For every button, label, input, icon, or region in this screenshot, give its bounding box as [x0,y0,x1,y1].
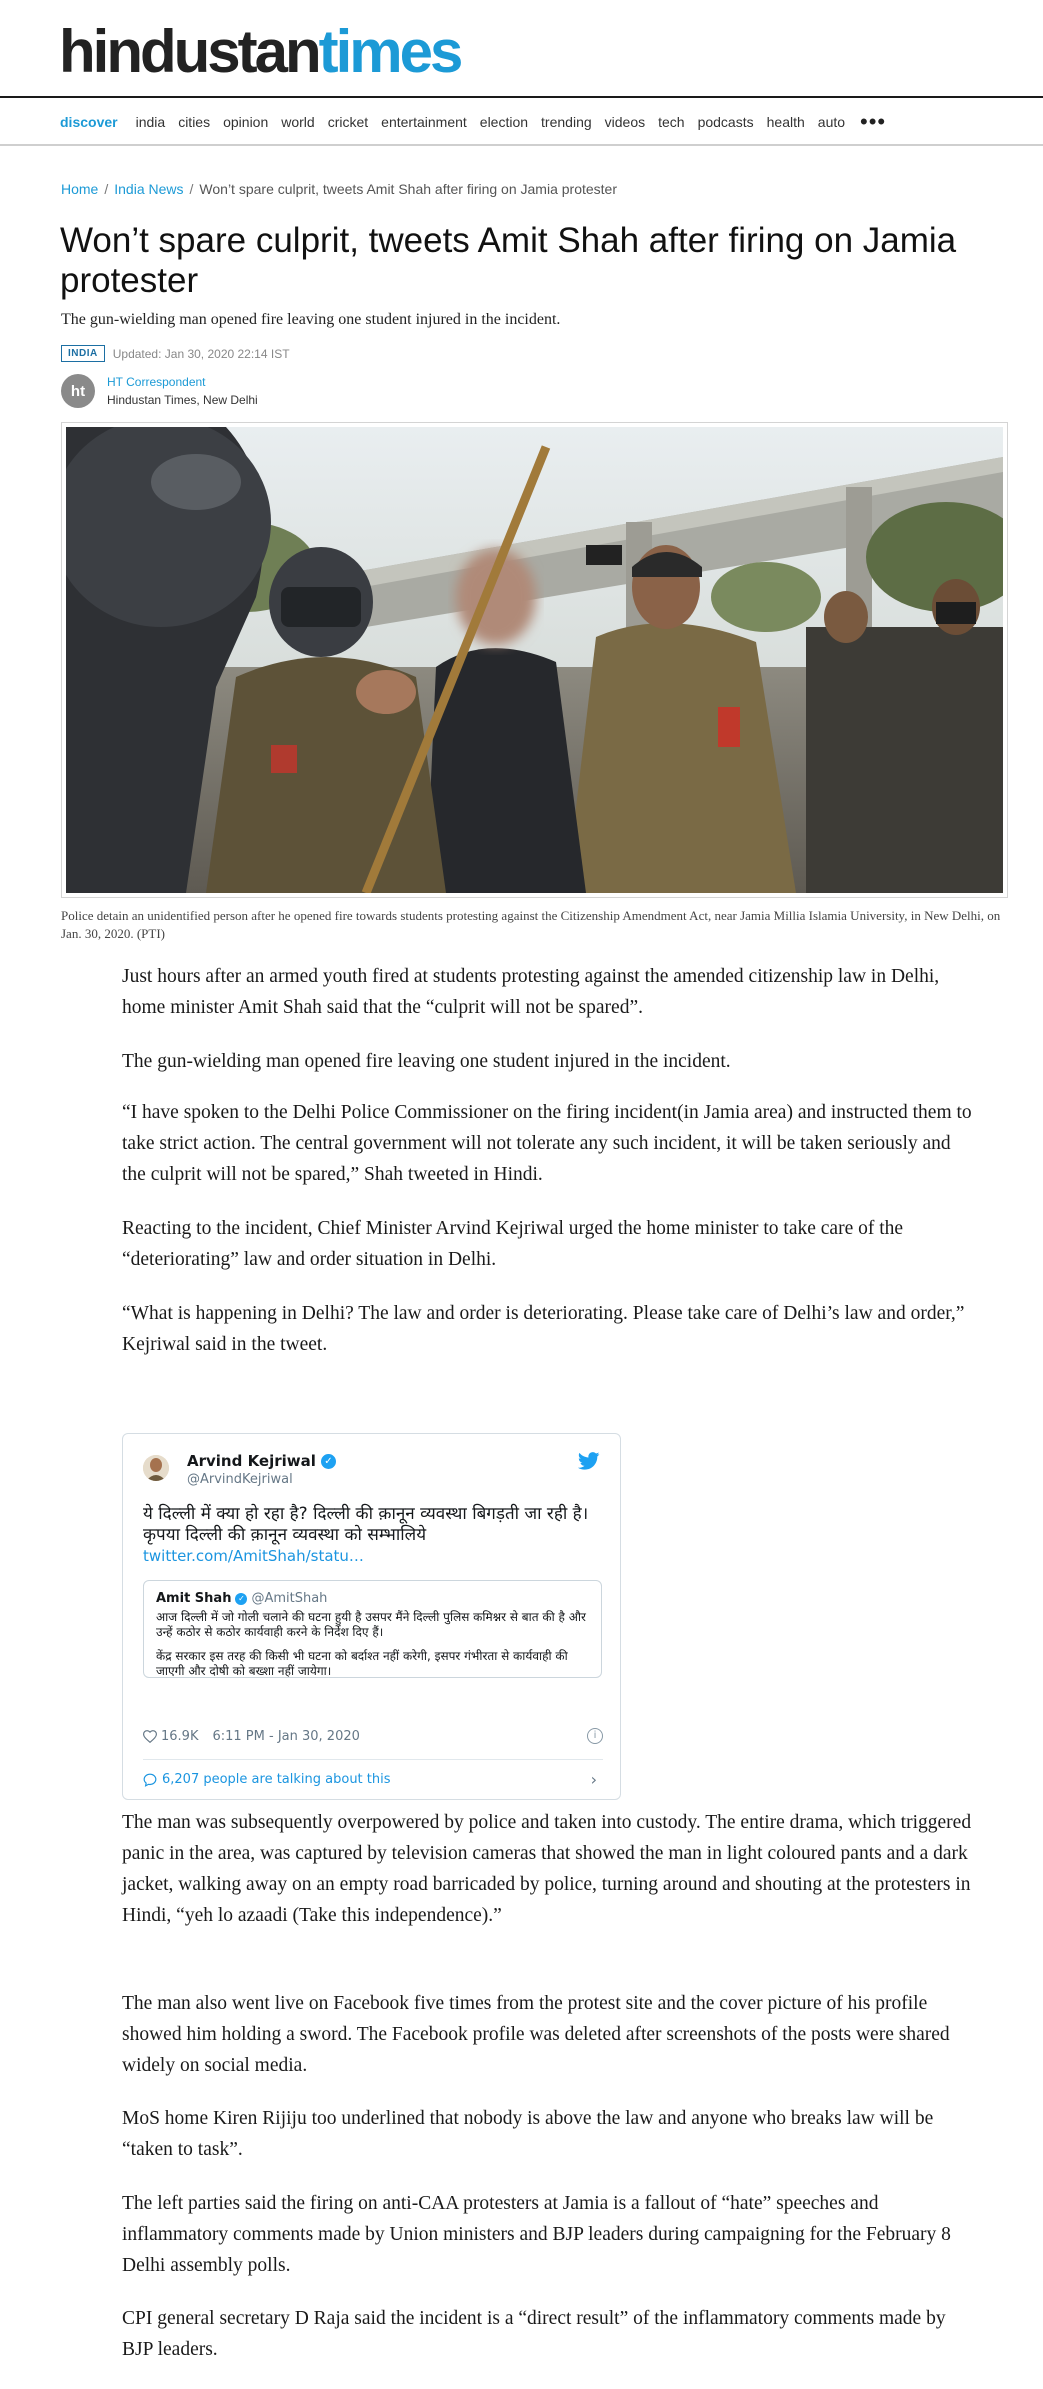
tweet-author-name: Arvind Kejriwal [187,1452,316,1470]
verified-icon: ✓ [235,1592,248,1605]
tweet-text-line: कृपया दिल्ली की क़ानून व्यवस्था को सम्भा… [143,1525,427,1545]
like-count: 16.9K [161,1729,199,1744]
nav-item-entertainment[interactable]: entertainment [381,114,467,130]
photo-illustration [66,427,1003,893]
tweet-text-line: ये दिल्ली में क्या हो रहा है? दिल्ली की … [143,1504,589,1524]
quoted-tweet-text: केंद्र सरकार इस तरह की किसी भी घटना को ब… [156,1649,568,1678]
like-button[interactable]: 16.9K [143,1729,198,1744]
quoted-tweet[interactable]: Amit Shah ✓ @AmitShah आज दिल्ली में जो गोल… [143,1580,602,1678]
nav-item-cricket[interactable]: cricket [328,114,368,130]
article-paragraph: Just hours after an armed youth fired at… [122,966,940,1018]
breadcrumb-india-news[interactable]: India News [114,181,183,197]
tweet-timestamp[interactable]: 6:11 PM - Jan 30, 2020 [212,1729,359,1744]
tweet-avatar[interactable] [143,1455,169,1481]
quoted-author-handle: @AmitShah [251,1591,328,1606]
article-paragraph: The left parties said the firing on anti… [122,2193,951,2276]
article-paragraph: The man was subsequently overpowered by … [122,1812,972,1926]
site-logo[interactable]: hindustantimes [59,22,463,82]
logo-times: times [318,18,464,85]
breadcrumb-current: Won’t spare culprit, tweets Amit Shah af… [199,181,617,197]
breadcrumb-separator: / [189,181,194,197]
tweet-meta: 16.9K 6:11 PM - Jan 30, 2020 i [143,1728,603,1744]
nav-discover[interactable]: discover [60,114,118,130]
nav-item-india[interactable]: india [136,114,166,130]
updated-timestamp: Updated: Jan 30, 2020 22:14 IST [112,346,290,361]
author-block: ht HT Correspondent Hindustan Times, New… [61,374,258,408]
article-paragraph: “I have spoken to the Delhi Police Commi… [122,1102,972,1185]
quoted-author-name: Amit Shah [156,1591,232,1606]
nav-item-trending[interactable]: trending [541,114,592,130]
embedded-tweet[interactable]: Arvind Kejriwal ✓ @ArvindKejriwal ये दिल्… [122,1433,621,1800]
tweet-link[interactable]: twitter.com/AmitShah/statu… [143,1546,603,1567]
heart-icon [143,1730,157,1743]
article-subhead: The gun-wielding man opened fire leaving… [61,311,561,328]
more-menu-icon[interactable]: ••• [860,111,886,133]
nav-item-world[interactable]: world [281,114,314,130]
article-paragraph: CPI general secretary D Raja said the in… [122,2308,946,2360]
speech-bubble-icon [143,1773,157,1787]
info-icon[interactable]: i [587,1728,603,1744]
author-location: Hindustan Times, New Delhi [107,393,258,407]
verified-icon: ✓ [320,1453,336,1469]
article-headline: Won’t spare culprit, tweets Amit Shah af… [60,221,957,300]
nav-item-opinion[interactable]: opinion [223,114,268,130]
chevron-right-icon: › [590,1770,597,1789]
quoted-tweet-text: आज दिल्ली में जो गोली चलाने की घटना हुयी… [156,1610,586,1639]
tweet-text: ये दिल्ली में क्या हो रहा है? दिल्ली की … [143,1504,603,1567]
author-name[interactable]: HT Correspondent [107,375,258,389]
article-paragraph: The man also went live on Facebook five … [122,1993,950,2076]
nav-item-election[interactable]: election [480,114,528,130]
nav-item-cities[interactable]: cities [178,114,210,130]
tweet-author[interactable]: Arvind Kejriwal ✓ [187,1452,336,1470]
breadcrumb-home[interactable]: Home [61,181,98,197]
logo-hindustan: hindustan [59,18,322,85]
tweet-divider [143,1759,603,1760]
nav-item-tech[interactable]: tech [658,114,684,130]
twitter-bird-icon[interactable] [578,1452,600,1470]
tweet-header: Arvind Kejriwal ✓ @ArvindKejriwal [143,1452,336,1487]
article-paragraph: MoS home Kiren Rijiju too underlined tha… [122,2108,934,2160]
lead-image [61,422,1008,898]
article-paragraph: Reacting to the incident, Chief Minister… [122,1218,904,1270]
image-caption: Police detain an unidentified person aft… [61,908,1001,941]
nav-item-videos[interactable]: videos [605,114,645,130]
article-paragraph: The gun-wielding man opened fire leaving… [122,1051,731,1072]
tweet-handle[interactable]: @ArvindKejriwal [187,1472,336,1487]
section-tag[interactable]: INDIA [61,345,105,362]
article-meta: INDIA Updated: Jan 30, 2020 22:14 IST [61,345,290,362]
nav-item-auto[interactable]: auto [818,114,845,130]
lead-photo [66,427,1003,893]
tweet-conversation-link[interactable]: 6,207 people are talking about this › [143,1770,603,1789]
article-paragraph: “What is happening in Delhi? The law and… [122,1303,965,1355]
quoted-tweet-author: Amit Shah ✓ @AmitShah [156,1591,589,1606]
nav-item-health[interactable]: health [767,114,805,130]
breadcrumb: Home / India News / Won’t spare culprit, twe… [61,181,617,197]
main-nav: discover india cities opinion world cricket e… [0,98,1043,146]
nav-item-podcasts[interactable]: podcasts [698,114,754,130]
author-avatar: ht [61,374,95,408]
talking-count: 6,207 people are talking about this [162,1772,391,1787]
masthead: hindustantimes [0,0,1043,98]
avatar-illustration [143,1455,169,1481]
breadcrumb-separator: / [104,181,109,197]
